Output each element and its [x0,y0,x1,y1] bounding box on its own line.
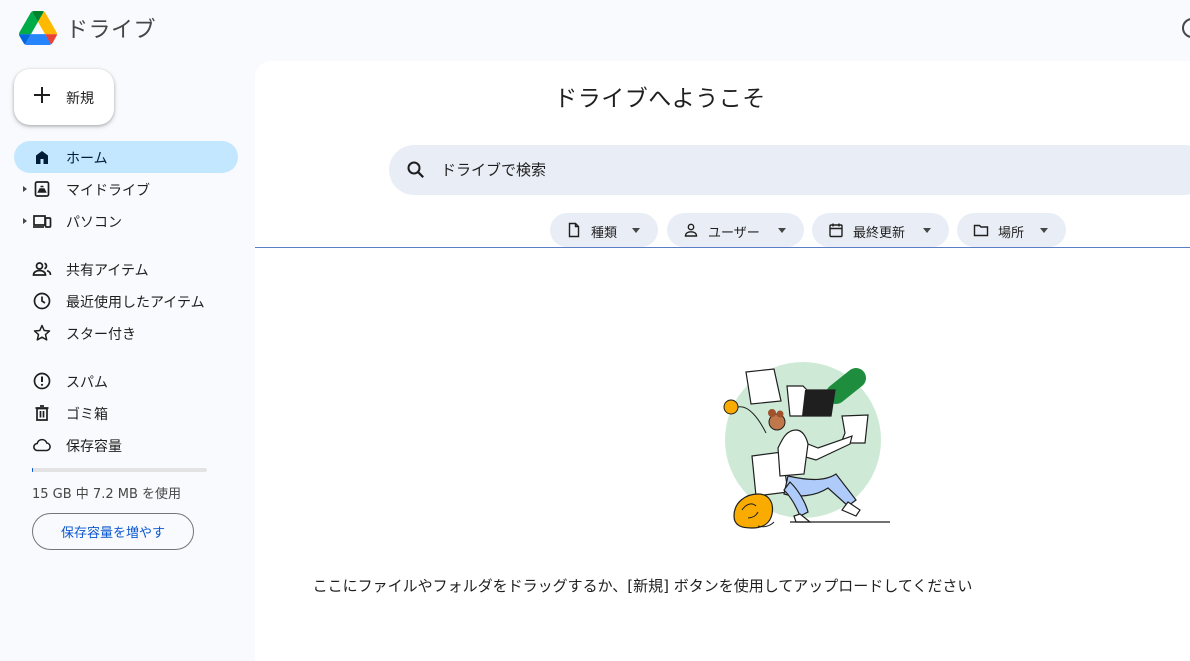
app-title: ドライブ [66,18,157,43]
support-icon[interactable] [1182,18,1190,38]
sidebar-item-label: スパム [66,375,108,391]
sidebar-item-label: 最近使用したアイテム [66,295,205,311]
chevron-down-icon [1040,228,1048,233]
main-panel: ドライブへようこそ 種類 ユーザー 最終更新 場所 [255,61,1190,661]
sidebar-item-starred[interactable]: スター付き [14,317,238,349]
storage-usage-bar [32,468,207,472]
home-icon [36,151,48,164]
folder-icon [973,224,989,237]
chevron-down-icon [632,228,640,233]
plus-icon [34,87,50,103]
shared-users-icon [32,262,52,276]
sidebar-item-label: ゴミ箱 [66,407,108,423]
welcome-title: ドライブへようこそ [554,86,766,112]
expand-caret-icon[interactable] [23,218,27,224]
search-icon[interactable] [406,160,426,180]
sidebar-item-label: 保存容量 [66,439,122,455]
person-icon [684,223,698,237]
sidebar-item-storage[interactable]: 保存容量 [14,429,238,461]
sidebar-item-shared[interactable]: 共有アイテム [14,253,238,285]
sidebar-item-home[interactable]: ホーム [14,141,238,173]
empty-state-message: ここにファイルやフォルダをドラッグするか、[新規] ボタンを使用してアップロード… [312,577,973,595]
filter-divider [255,247,1190,248]
empty-drive-illustration [723,362,890,529]
sidebar-item-label: パソコン [66,215,122,231]
search-bar[interactable] [389,145,1190,195]
top-bar: ドライブ [0,0,1190,56]
storage-usage-text: 15 GB 中 7.2 MB を使用 [32,487,182,502]
search-input[interactable] [441,157,1141,183]
new-button-label: 新規 [66,91,94,107]
filter-chip-label: ユーザー [708,226,760,241]
sidebar-item-label: ホーム [66,151,108,167]
sidebar-item-spam[interactable]: スパム [14,365,238,397]
filter-chip-type[interactable]: 種類 [550,213,658,247]
sidebar-item-computers[interactable]: パソコン [14,205,238,237]
chevron-down-icon [778,228,786,233]
sidebar-item-label: 共有アイテム [66,263,149,279]
star-icon [33,324,51,341]
filter-chip-location[interactable]: 場所 [957,213,1066,247]
sidebar-item-label: スター付き [66,327,136,343]
cloud-icon [33,438,51,452]
filter-chip-label: 場所 [998,226,1025,241]
google-drive-logo-icon[interactable] [19,11,57,45]
filter-chip-label: 最終更新 [853,226,906,241]
sidebar-item-label: マイドライブ [66,183,150,199]
file-icon [568,222,580,238]
sidebar-item-my-drive[interactable]: マイドライブ [14,173,238,205]
my-drive-icon [34,181,50,197]
filter-chip-label: 種類 [591,226,618,241]
expand-caret-icon[interactable] [23,186,27,192]
clock-icon [33,292,51,310]
filter-chip-modified[interactable]: 最終更新 [812,213,949,247]
sidebar-item-trash[interactable]: ゴミ箱 [14,397,238,429]
spam-icon [33,372,51,390]
calendar-icon [829,223,843,238]
chevron-down-icon [923,228,931,233]
filter-chip-people[interactable]: ユーザー [667,213,804,247]
new-button[interactable]: 新規 [14,69,114,125]
welcome-title-row: ドライブへようこそ [255,79,1190,113]
trash-icon [35,405,49,421]
computers-icon [33,215,52,228]
empty-state-row: ここにファイルやフォルダをドラッグするか、[新規] ボタンを使用してアップロード… [255,575,1190,596]
sidebar-item-recent[interactable]: 最近使用したアイテム [14,285,238,317]
get-more-storage-button[interactable]: 保存容量を増やす [32,513,194,550]
